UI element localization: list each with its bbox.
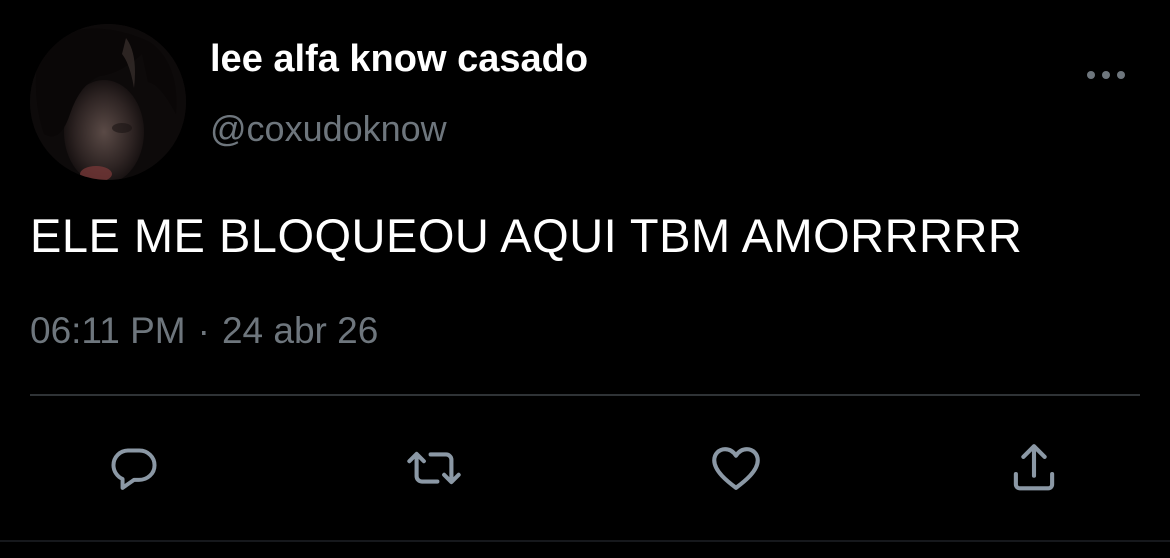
- tweet: lee alfa know casado @coxudoknow ELE ME …: [0, 0, 1170, 558]
- more-button[interactable]: [1082, 60, 1130, 90]
- like-button[interactable]: [706, 438, 766, 498]
- more-horizontal-icon: [1087, 71, 1125, 79]
- display-name[interactable]: lee alfa know casado: [210, 38, 588, 81]
- divider: [30, 394, 1140, 396]
- user-handle[interactable]: @coxudoknow: [210, 108, 447, 150]
- meta-separator: ·: [197, 310, 210, 351]
- tweet-date[interactable]: 24 abr 26: [222, 310, 378, 351]
- avatar[interactable]: [30, 24, 186, 180]
- share-button[interactable]: [1004, 438, 1064, 498]
- reply-icon: [111, 448, 157, 490]
- bottom-divider: [0, 540, 1170, 542]
- heart-icon: [712, 447, 760, 490]
- retweet-icon: [407, 451, 461, 485]
- tweet-text: ELE ME BLOQUEOU AQUI TBM AMORRRRR: [30, 209, 1023, 262]
- reply-button[interactable]: [104, 438, 164, 498]
- avatar-image: [30, 24, 186, 180]
- tweet-meta: 06:11 PM · 24 abr 26: [30, 310, 378, 352]
- retweet-button[interactable]: [404, 438, 464, 498]
- tweet-time[interactable]: 06:11 PM: [30, 310, 186, 351]
- share-icon: [1013, 444, 1055, 491]
